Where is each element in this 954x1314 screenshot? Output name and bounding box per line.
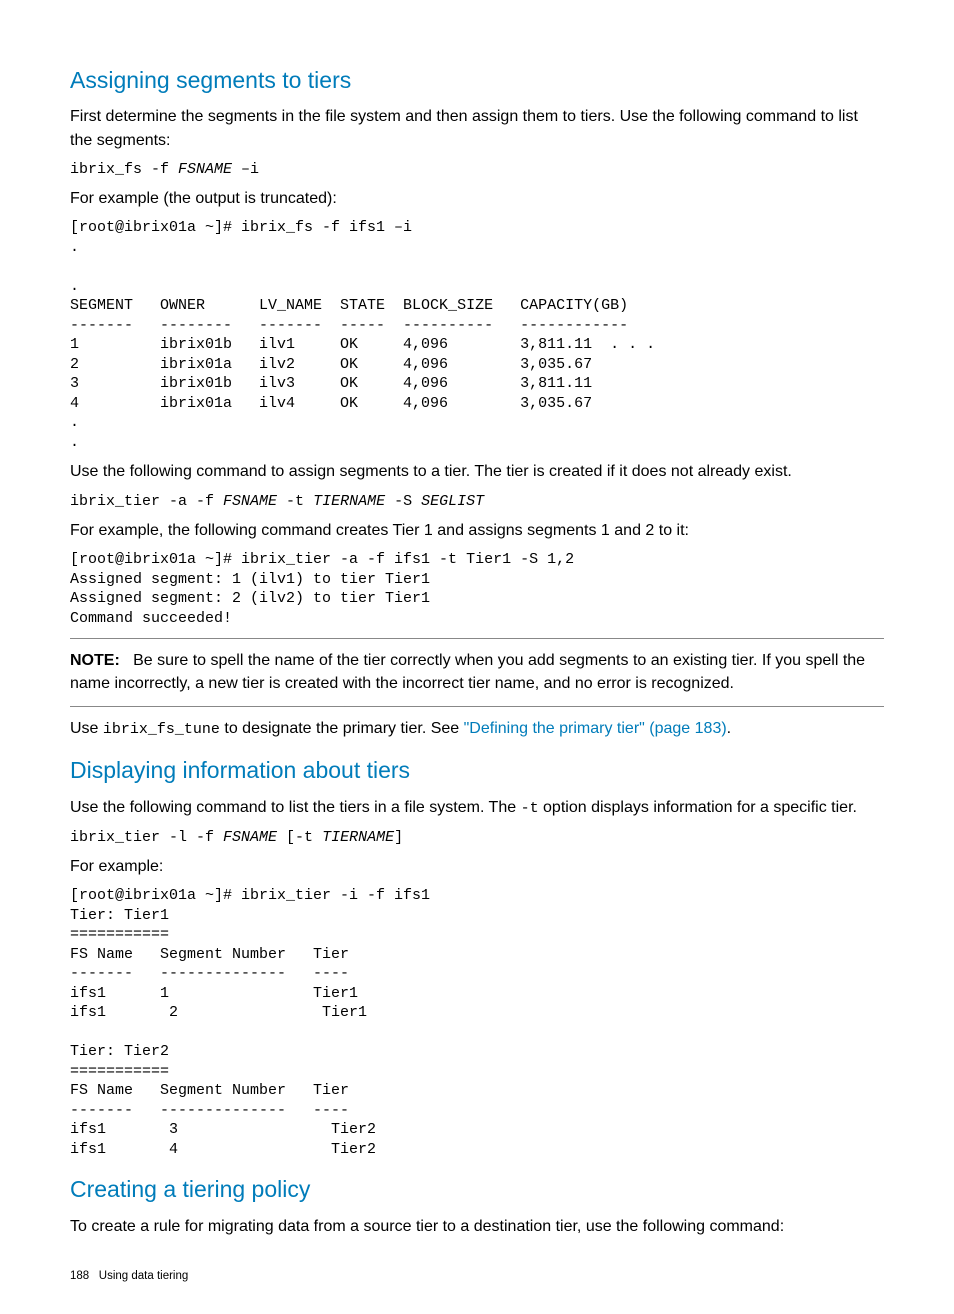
heading-displaying-tiers: Displaying information about tiers (70, 754, 884, 787)
paragraph: For example, the following command creat… (70, 519, 884, 542)
note-text: Be sure to spell the name of the tier co… (70, 652, 865, 692)
paragraph: For example: (70, 855, 884, 878)
footer-title: Using data tiering (99, 1270, 189, 1282)
paragraph: Use the following command to assign segm… (70, 460, 884, 483)
paragraph: Use the following command to list the ti… (70, 796, 884, 820)
heading-assigning-segments: Assigning segments to tiers (70, 64, 884, 97)
note-label: NOTE: (70, 652, 120, 669)
heading-creating-tiering-policy: Creating a tiering policy (70, 1173, 884, 1206)
note-separator-bottom (70, 706, 884, 707)
command-line: ibrix_tier -a -f FSNAME -t TIERNAME -S S… (70, 492, 884, 512)
paragraph: First determine the segments in the file… (70, 105, 884, 151)
paragraph: To create a rule for migrating data from… (70, 1215, 884, 1238)
code-output: [root@ibrix01a ~]# ibrix_fs -f ifs1 –i .… (70, 218, 884, 452)
paragraph: For example (the output is truncated): (70, 187, 884, 210)
page-footer: 188 Using data tiering (70, 1268, 884, 1285)
code-output: [root@ibrix01a ~]# ibrix_tier -i -f ifs1… (70, 886, 884, 1159)
link-defining-primary-tier[interactable]: "Defining the primary tier" (page 183) (464, 720, 727, 737)
command-line: ibrix_tier -l -f FSNAME [-t TIERNAME] (70, 828, 884, 848)
paragraph: Use ibrix_fs_tune to designate the prima… (70, 717, 884, 741)
note-block: NOTE: Be sure to spell the name of the t… (70, 649, 884, 695)
page-number: 188 (70, 1270, 89, 1282)
command-line: ibrix_fs -f FSNAME –i (70, 160, 884, 180)
code-output: [root@ibrix01a ~]# ibrix_tier -a -f ifs1… (70, 550, 884, 628)
note-separator-top (70, 638, 884, 639)
